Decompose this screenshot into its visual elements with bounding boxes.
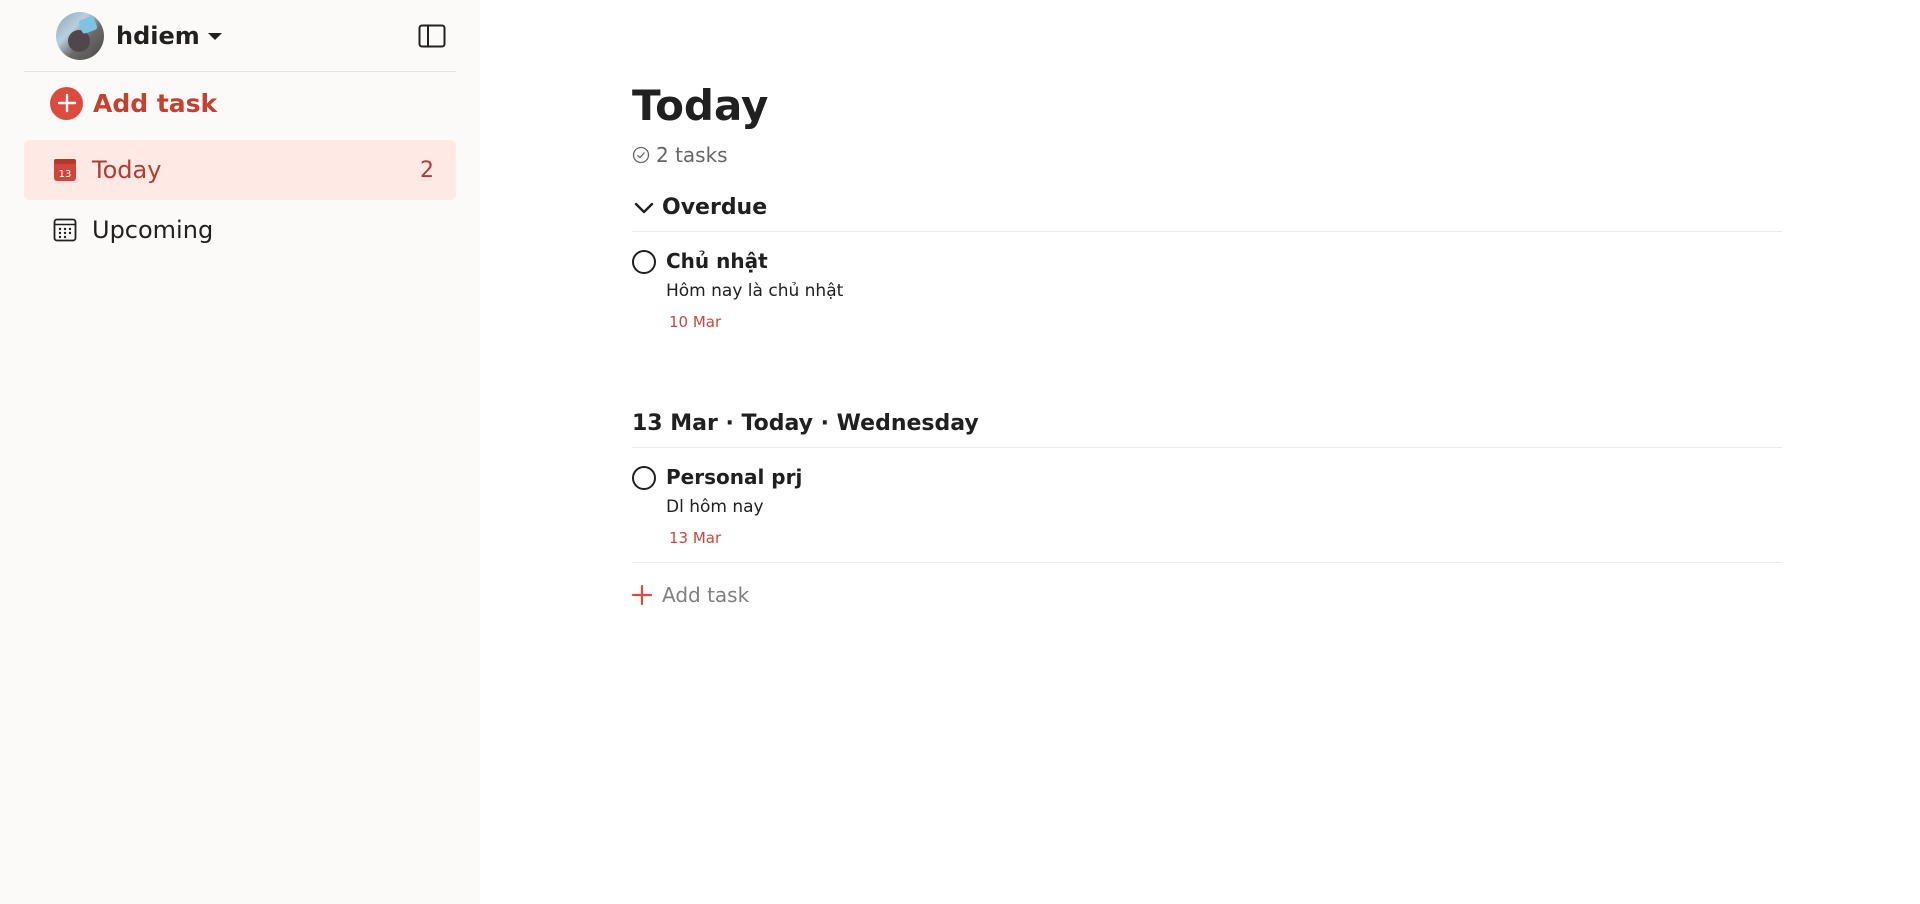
- task-description: Hôm nay là chủ nhật: [666, 281, 844, 301]
- caret-down-icon: [207, 33, 222, 40]
- calendar-today-icon: 13: [52, 157, 78, 183]
- plus-circle-icon: [50, 86, 83, 120]
- add-task-label: Add task: [662, 583, 750, 607]
- section-header-today: 13 Mar · Today · Wednesday: [632, 400, 1782, 448]
- task-checkbox[interactable]: [632, 466, 656, 490]
- task-due-date[interactable]: 10 Mar: [666, 312, 1782, 332]
- add-task-button[interactable]: Add task: [24, 72, 456, 134]
- svg-text:13: 13: [59, 169, 72, 180]
- sidebar-item-label: Today: [92, 156, 162, 184]
- section-title: 13 Mar · Today · Wednesday: [632, 411, 979, 436]
- content-column: Today 2 tasks Overdue Chủ nhật Hôm nay l…: [632, 78, 1782, 615]
- main-content: Today 2 tasks Overdue Chủ nhật Hôm nay l…: [480, 0, 1920, 904]
- sidebar-header: hdiem: [24, 0, 456, 72]
- task-item[interactable]: Chủ nhật Hôm nay là chủ nhật 10 Mar: [632, 232, 1782, 346]
- task-count: 2 tasks: [632, 140, 1782, 170]
- task-title: Personal prj: [666, 465, 803, 489]
- task-title: Chủ nhật: [666, 249, 768, 273]
- task-due-date[interactable]: 13 Mar: [666, 528, 1782, 548]
- section-header-overdue: Overdue: [632, 184, 1782, 232]
- sidebar-item-upcoming[interactable]: Upcoming: [24, 200, 456, 260]
- sidebar-item-label: Upcoming: [92, 216, 214, 244]
- user-menu[interactable]: hdiem: [56, 11, 222, 60]
- app-root: hdiem Add task 13 Today 2 Upcoming Today…: [0, 0, 1920, 904]
- chevron-down-icon[interactable]: [632, 196, 656, 220]
- section-title: Overdue: [662, 195, 768, 220]
- sidebar-toggle-button[interactable]: [416, 22, 448, 50]
- task-body: Chủ nhật Hôm nay là chủ nhật 10 Mar: [666, 248, 1782, 332]
- add-task-label: Add task: [93, 88, 218, 118]
- avatar[interactable]: [56, 11, 104, 60]
- task-checkbox[interactable]: [632, 250, 656, 274]
- plus-icon: [632, 585, 652, 605]
- task-body: Personal prj Dl hôm nay 13 Mar: [666, 464, 1782, 548]
- check-circle-icon: [632, 146, 650, 164]
- username: hdiem: [116, 21, 200, 50]
- task-item[interactable]: Personal prj Dl hôm nay 13 Mar: [632, 448, 1782, 563]
- sidebar: hdiem Add task 13 Today 2 Upcoming: [0, 0, 480, 904]
- sidebar-item-today[interactable]: 13 Today 2: [24, 140, 456, 200]
- task-description: Dl hôm nay: [666, 497, 764, 517]
- add-task-inline-button[interactable]: Add task: [632, 575, 1782, 615]
- calendar-grid-icon: [52, 217, 78, 243]
- today-count-badge: 2: [420, 157, 434, 183]
- sidebar-toggle-icon: [418, 24, 446, 47]
- task-count-label: 2 tasks: [656, 143, 728, 167]
- page-title: Today: [632, 81, 769, 130]
